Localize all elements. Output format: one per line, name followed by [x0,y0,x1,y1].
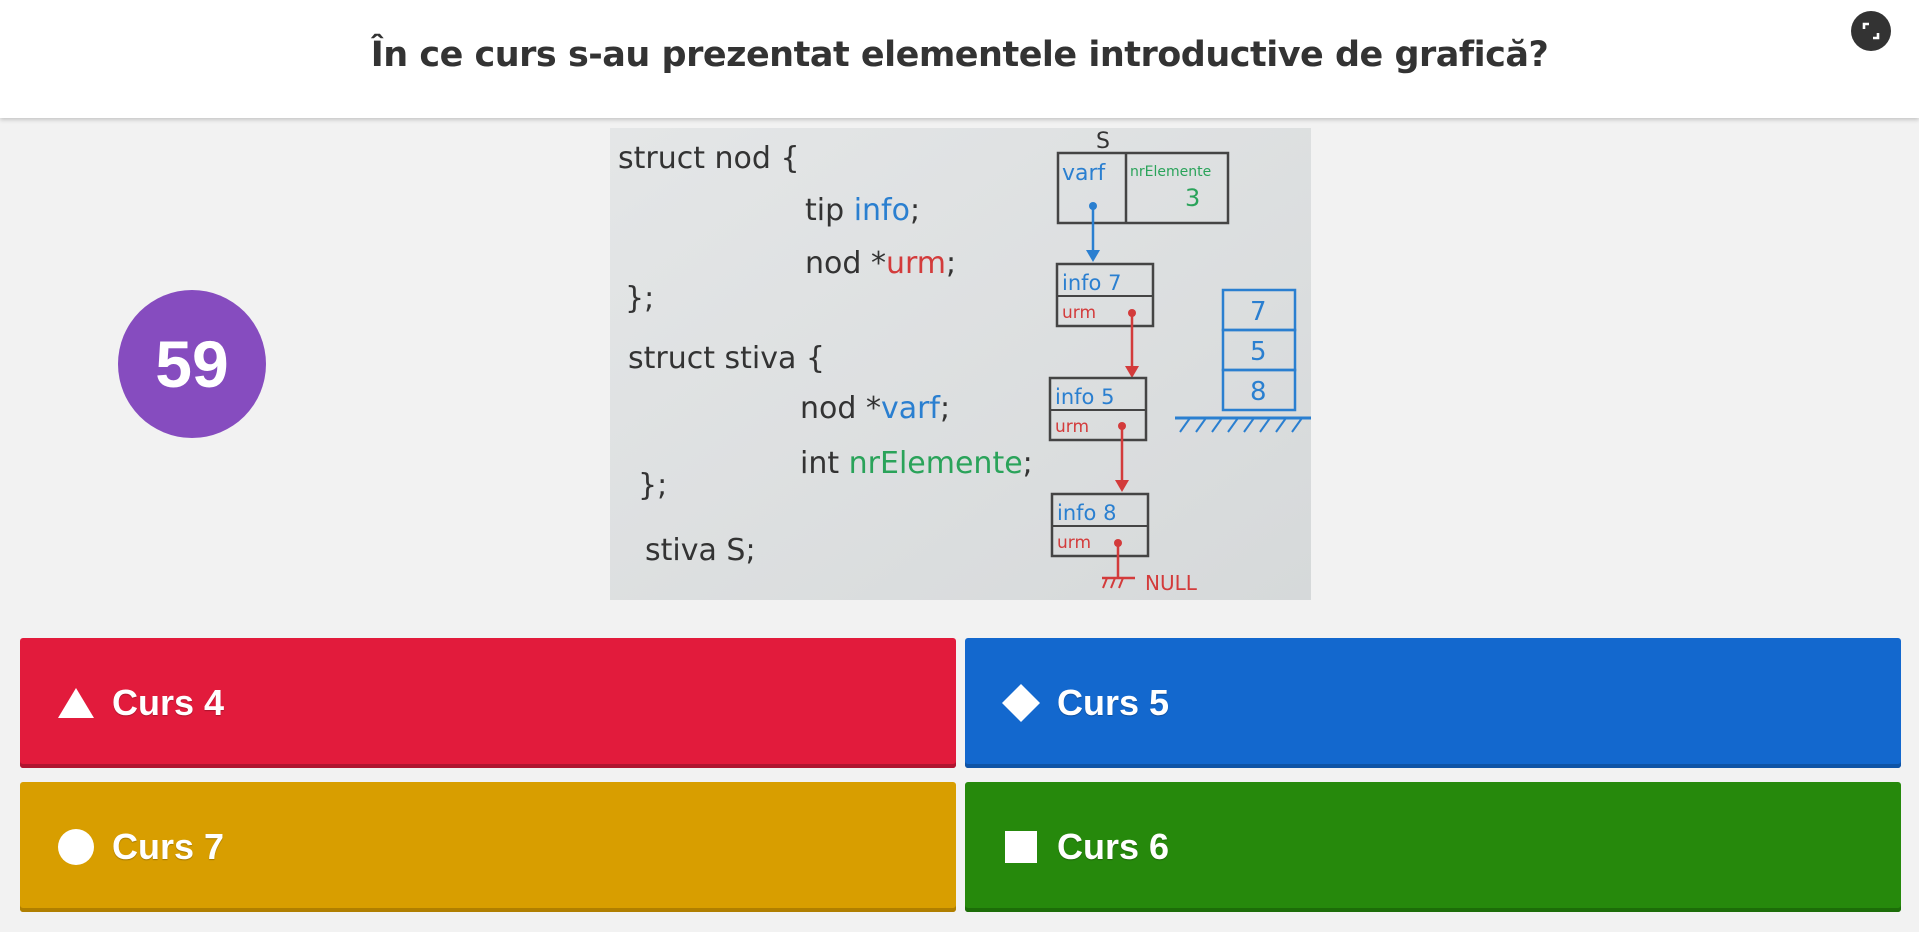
answer-label: Curs 4 [112,682,225,723]
code-line: struct nod { [618,141,800,176]
answer-button-triangle[interactable]: Curs 4 [20,638,956,768]
countdown-timer: 59 [118,290,266,438]
svg-text:urm: urm [1062,303,1096,323]
head-nr-field: nrElemente [1130,164,1211,180]
code-line: struct stiva { [628,341,825,376]
triangle-icon [56,683,96,723]
head-count: 3 [1185,184,1200,212]
svg-text:urm: urm [1057,533,1091,553]
svg-text:5: 5 [1250,337,1267,367]
code-line: stiva S; [645,533,756,568]
square-icon [1001,827,1041,867]
answer-label: Curs 6 [1057,826,1170,867]
answer-button-square[interactable]: Curs 6 [965,782,1901,912]
answer-label: Curs 7 [112,826,225,867]
code-line: }; [625,281,654,316]
code-line: }; [638,468,667,503]
diamond-icon [1001,683,1041,723]
svg-text:info 5: info 5 [1055,385,1114,409]
fullscreen-icon [1862,22,1880,40]
null-label: NULL [1145,571,1198,595]
svg-text:8: 8 [1250,377,1267,407]
code-line: nod *varf; [800,391,950,426]
fullscreen-button[interactable] [1851,11,1891,51]
question-title: În ce curs s-au prezentat elementele int… [370,35,1549,75]
answer-button-diamond[interactable]: Curs 5 [965,638,1901,768]
svg-text:7: 7 [1250,297,1267,327]
answer-button-circle[interactable]: Curs 7 [20,782,956,912]
code-line: nod *urm; [805,246,956,281]
svg-text:urm: urm [1055,417,1089,437]
svg-text:info 7: info 7 [1062,271,1121,295]
code-line: int nrElemente; [800,446,1033,481]
stack-variable-label: S [1096,129,1110,154]
circle-icon [56,827,96,867]
code-line: tip info; [805,193,920,228]
head-varf-field: varf [1062,161,1107,186]
question-image: struct nod { tip info; nod *urm; }; stru… [610,128,1311,600]
question-header: În ce curs s-au prezentat elementele int… [0,0,1919,118]
svg-text:info 8: info 8 [1057,501,1116,525]
answer-label: Curs 5 [1057,682,1170,723]
